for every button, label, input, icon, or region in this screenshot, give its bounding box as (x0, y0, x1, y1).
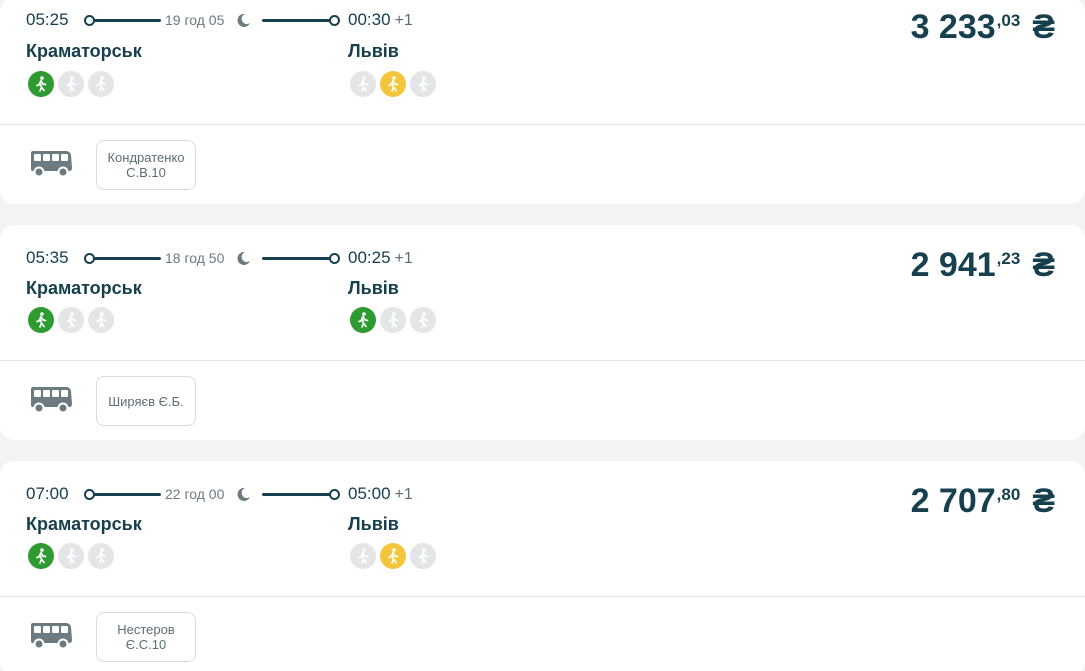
bus-icon (31, 623, 72, 650)
price-cents: ,80 (996, 485, 1021, 504)
walking-person-icon (88, 71, 114, 97)
price-main: 2 707 (910, 482, 996, 520)
price-cents: ,03 (996, 11, 1021, 30)
walking-person-icon (350, 307, 376, 333)
destination-stop-icons (350, 543, 436, 569)
destination-city: Львів (348, 41, 399, 61)
route-timeline: 22 год 00 (84, 486, 340, 502)
walking-person-icon (350, 543, 376, 569)
arrival-time-value: 00:30 (348, 10, 391, 29)
driver-name: Кондратенко С.В.10 (96, 140, 196, 190)
route-line (262, 257, 332, 260)
bus-icon (31, 387, 72, 414)
trip-duration: 22 год 00 (165, 486, 225, 502)
trip-duration: 18 год 50 (165, 250, 225, 266)
route-line (262, 19, 332, 22)
destination-stop-icons (350, 71, 436, 97)
trip-card[interactable]: 05:35 18 год 50 00:25 +1 Краматорськ Льві… (0, 225, 1085, 440)
walking-person-icon (380, 307, 406, 333)
walking-person-icon (88, 307, 114, 333)
currency-sign: ₴ (1032, 8, 1055, 46)
card-divider (0, 596, 1085, 597)
moon-icon (237, 251, 250, 265)
origin-stop-icons (28, 543, 114, 569)
price-main: 2 941 (910, 246, 996, 284)
card-divider (0, 124, 1085, 125)
price-cents: ,23 (996, 249, 1021, 268)
walking-person-icon (28, 307, 54, 333)
destination-stop-icons (350, 307, 436, 333)
walking-person-icon (58, 307, 84, 333)
departure-time: 05:35 (26, 248, 69, 267)
trip-duration: 19 год 05 (165, 12, 225, 28)
route-line (93, 493, 161, 496)
card-divider (0, 360, 1085, 361)
trip-price: 2 707,80 ₴ (911, 482, 1055, 521)
destination-dot (329, 15, 340, 26)
trip-price: 3 233,03 ₴ (911, 8, 1055, 47)
currency-sign: ₴ (1032, 246, 1055, 284)
walking-person-icon (28, 543, 54, 569)
walking-person-icon (350, 71, 376, 97)
walking-person-icon (410, 307, 436, 333)
walking-person-icon (380, 71, 406, 97)
trip-card[interactable]: 07:00 22 год 00 05:00 +1 Краматорськ Льві… (0, 461, 1085, 671)
route-line (93, 19, 161, 22)
walking-person-icon (410, 71, 436, 97)
trip-card[interactable]: 05:25 19 год 05 00:30 +1 Краматорськ Льві… (0, 0, 1085, 204)
next-day-badge: +1 (394, 250, 413, 267)
walking-person-icon (58, 543, 84, 569)
route-line (262, 493, 332, 496)
next-day-badge: +1 (394, 486, 413, 503)
origin-city: Краматорськ (26, 41, 142, 61)
origin-city: Краматорськ (26, 278, 142, 298)
route-timeline: 19 год 05 (84, 12, 340, 28)
price-main: 3 233 (910, 8, 996, 46)
departure-time: 05:25 (26, 10, 69, 29)
destination-city: Львів (348, 278, 399, 298)
bus-icon (31, 151, 72, 178)
arrival-time: 05:00 +1 (348, 484, 413, 504)
walking-person-icon (410, 543, 436, 569)
walking-person-icon (380, 543, 406, 569)
destination-dot (329, 489, 340, 500)
arrival-time: 00:30 +1 (348, 10, 413, 30)
trip-price: 2 941,23 ₴ (911, 246, 1055, 285)
route-line (93, 257, 161, 260)
driver-name: Ширяєв Є.Б. (96, 376, 196, 426)
currency-sign: ₴ (1032, 482, 1055, 520)
driver-name: Нестеров Є.С.10 (96, 612, 196, 662)
arrival-time-value: 00:25 (348, 248, 391, 267)
moon-icon (237, 13, 250, 27)
origin-stop-icons (28, 307, 114, 333)
next-day-badge: +1 (394, 12, 413, 29)
arrival-time: 00:25 +1 (348, 248, 413, 268)
walking-person-icon (88, 543, 114, 569)
walking-person-icon (58, 71, 84, 97)
destination-dot (329, 253, 340, 264)
departure-time: 07:00 (26, 484, 69, 503)
origin-city: Краматорськ (26, 514, 142, 534)
moon-icon (237, 487, 250, 501)
origin-stop-icons (28, 71, 114, 97)
destination-city: Львів (348, 514, 399, 534)
arrival-time-value: 05:00 (348, 484, 391, 503)
route-timeline: 18 год 50 (84, 250, 340, 266)
walking-person-icon (28, 71, 54, 97)
